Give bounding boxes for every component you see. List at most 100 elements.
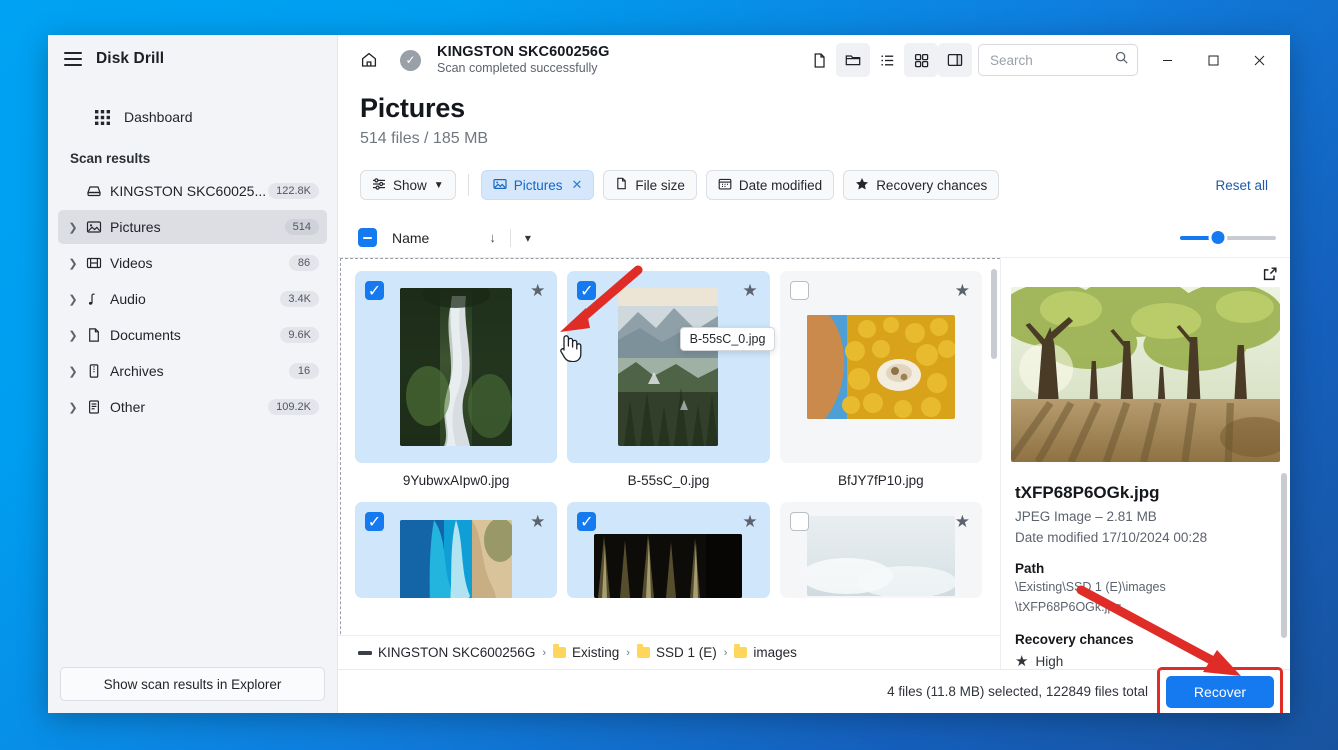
close-button[interactable] — [1236, 40, 1282, 80]
show-filter-button[interactable]: Show ▼ — [360, 170, 456, 200]
file-checkbox[interactable] — [789, 512, 809, 531]
breadcrumb-item-images[interactable]: images — [734, 644, 797, 660]
breadcrumb-separator: › — [626, 646, 630, 659]
chevron-right-icon[interactable]: ❯ — [64, 293, 82, 306]
file-checkbox[interactable]: ✓ — [365, 512, 384, 531]
thumbnail-image — [806, 315, 955, 419]
file-grid-area: ✓ ★ 9YubwxAIpw0.jpg ✓ ★ B-55sC_0.jpg ★ B… — [340, 258, 1000, 669]
folder-view-icon[interactable] — [836, 43, 870, 77]
preview-panel: tXFP68P6OGk.jpg JPEG Image – 2.81 MB Dat… — [1000, 258, 1290, 669]
search-box[interactable] — [978, 44, 1138, 76]
image-icon — [493, 177, 507, 194]
arrow-down-icon[interactable]: ↓ — [489, 230, 496, 245]
sidebar-item-label: Dashboard — [124, 109, 193, 125]
column-header-name[interactable]: Name — [392, 230, 429, 246]
show-scan-results-in-explorer-button[interactable]: Show scan results in Explorer — [60, 667, 325, 701]
breadcrumb-item-device[interactable]: KINGSTON SKC600256G — [358, 645, 535, 660]
sidebar-item-other[interactable]: ❯ Other 109.2K — [58, 390, 327, 424]
file-checkbox[interactable] — [789, 281, 809, 300]
sidebar-item-archives[interactable]: ❯ Archives 16 — [58, 354, 327, 388]
preview-recovery-value: High — [1035, 653, 1064, 669]
close-icon[interactable]: ✕ — [571, 177, 582, 193]
star-icon[interactable]: ★ — [530, 512, 545, 532]
star-icon[interactable]: ★ — [742, 512, 757, 532]
star-icon[interactable]: ★ — [955, 281, 970, 301]
sidebar-item-badge: 9.6K — [280, 327, 319, 343]
preview-filename: tXFP68P6OGk.jpg — [1015, 483, 1160, 502]
recover-button[interactable]: Recover — [1166, 675, 1274, 708]
sidebar-item-videos[interactable]: ❯ Videos 86 — [58, 246, 327, 280]
sidebar-item-badge: 86 — [289, 255, 319, 271]
thumbnail-image — [400, 288, 513, 446]
external-link-icon[interactable] — [1262, 266, 1278, 287]
sidebar-item-dashboard[interactable]: Dashboard — [58, 99, 327, 135]
thumbnail-image — [594, 534, 743, 598]
reset-all-link[interactable]: Reset all — [1215, 178, 1268, 193]
sidebar-item-label: Other — [110, 399, 146, 415]
star-icon[interactable]: ★ — [530, 281, 545, 301]
file-checkbox[interactable]: ✓ — [577, 512, 597, 531]
file-card[interactable]: ★ — [779, 502, 982, 608]
file-checkbox[interactable]: ✓ — [365, 281, 384, 300]
thumbnail-container — [567, 271, 770, 463]
star-icon — [855, 177, 869, 194]
folder-icon — [636, 644, 650, 658]
file-card[interactable]: ✓ ★ 9YubwxAIpw0.jpg — [355, 271, 558, 488]
maximize-button[interactable] — [1190, 40, 1236, 80]
breadcrumb-item-existing[interactable]: Existing — [553, 644, 619, 660]
list-view-icon[interactable] — [870, 43, 904, 77]
sidebar-item-documents[interactable]: ❯ Documents 9.6K — [58, 318, 327, 352]
sidebar-item-pictures[interactable]: ❯ Pictures 514 — [58, 210, 327, 244]
filter-chip-recovery-chances[interactable]: Recovery chances — [843, 170, 1000, 200]
sidebar-item-badge: 3.4K — [280, 291, 319, 307]
chevron-right-icon[interactable]: ❯ — [64, 329, 82, 342]
status-bar: 4 files (11.8 MB) selected, 122849 files… — [338, 666, 1290, 713]
filter-bar: Show ▼ Pictures ✕ File size Date modifie… — [338, 148, 1290, 200]
thumbnail-container — [355, 271, 558, 463]
file-card[interactable]: ✓ ★ — [355, 502, 558, 608]
image-icon — [82, 219, 106, 235]
chevron-down-icon[interactable]: ▾ — [525, 231, 531, 245]
chevron-right-icon[interactable]: ❯ — [64, 365, 82, 378]
archive-icon — [82, 363, 106, 379]
slider-knob[interactable] — [1211, 231, 1225, 244]
filter-chip-label: Recovery chances — [876, 177, 988, 193]
home-icon[interactable] — [352, 43, 386, 77]
filter-chip-pictures[interactable]: Pictures ✕ — [480, 170, 595, 200]
chevron-right-icon[interactable]: ❯ — [64, 257, 82, 270]
preview-scrollbar[interactable] — [1281, 473, 1287, 638]
preview-image — [1001, 277, 1290, 464]
filter-chip-date-modified[interactable]: Date modified — [705, 170, 835, 200]
chevron-right-icon[interactable]: ❯ — [64, 401, 82, 414]
thumbnail-size-slider[interactable] — [1180, 229, 1276, 247]
file-card[interactable]: ✓ ★ — [567, 502, 770, 608]
breadcrumb-item-ssd[interactable]: SSD 1 (E) — [636, 644, 717, 660]
file-card[interactable]: ✓ ★ B-55sC_0.jpg — [567, 271, 770, 488]
grid-view-icon[interactable] — [904, 43, 938, 77]
sidebar-item-kingston[interactable]: KINGSTON SKC60025... 122.8K — [58, 174, 327, 208]
show-filter-label: Show — [393, 177, 427, 193]
hamburger-icon[interactable] — [64, 52, 82, 66]
calendar-icon — [718, 177, 732, 194]
disk-icon — [82, 183, 106, 199]
sidebar-item-label: Audio — [110, 291, 146, 307]
star-icon[interactable]: ★ — [955, 512, 970, 532]
disk-icon — [358, 645, 372, 660]
sidebar-item-label: Pictures — [110, 219, 161, 235]
search-input[interactable] — [990, 52, 1114, 68]
chevron-right-icon[interactable]: ❯ — [64, 221, 82, 234]
file-checkbox[interactable]: ✓ — [577, 281, 597, 300]
star-icon[interactable]: ★ — [742, 281, 757, 301]
filter-chip-file-size[interactable]: File size — [603, 170, 697, 200]
sidebar-item-badge: 109.2K — [268, 399, 319, 415]
minimize-button[interactable] — [1144, 40, 1190, 80]
sidebar-item-audio[interactable]: ❯ Audio 3.4K — [58, 282, 327, 316]
select-all-checkbox[interactable] — [358, 228, 377, 247]
panel-view-icon[interactable] — [938, 43, 972, 77]
preview-recovery-row: ★ High — [1015, 652, 1278, 669]
file-card[interactable]: ★ BfJY7fP10.jpg B-55sC_0.jpg — [679, 271, 982, 488]
grid-scrollbar[interactable] — [991, 269, 997, 359]
preview-path-label: Path — [1015, 561, 1045, 576]
file-view-icon[interactable] — [802, 43, 836, 77]
thumbnail-container — [779, 502, 982, 598]
